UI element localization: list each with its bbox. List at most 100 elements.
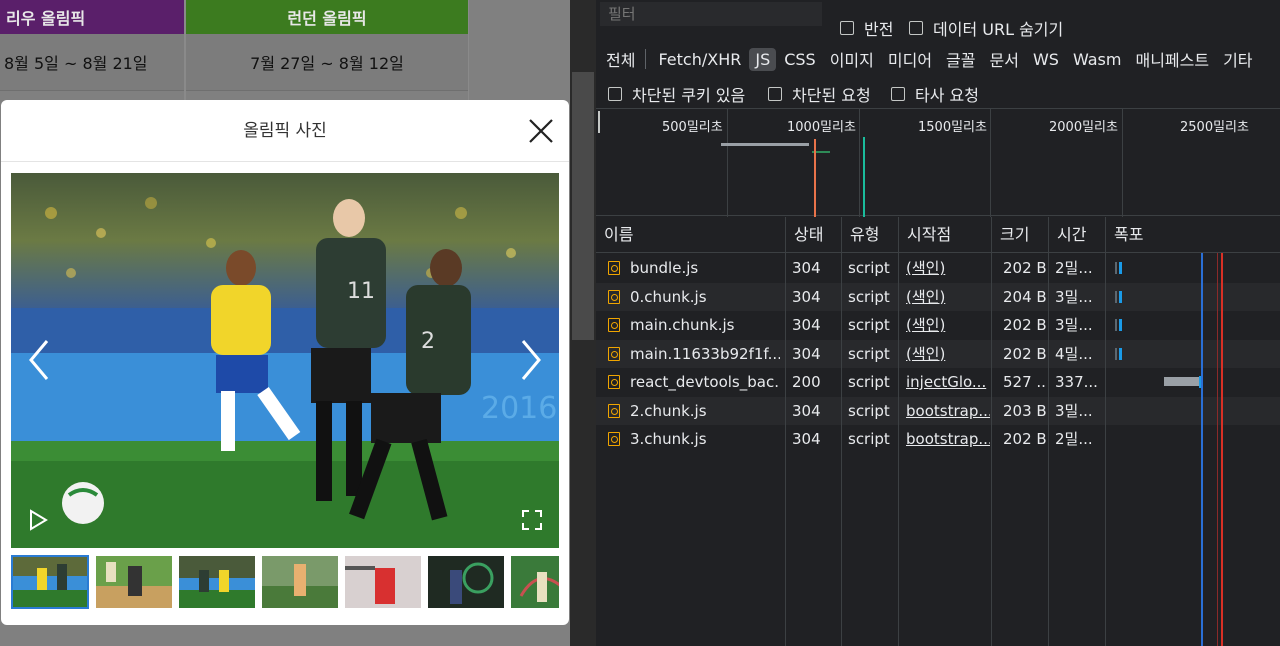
timeline-handle[interactable] <box>598 111 600 133</box>
blocked-requests-label: 차단된 요청 <box>792 86 871 105</box>
photo-modal: 올림픽 사진 2016 11 2 <box>1 100 569 625</box>
request-size: 202 B <box>1003 344 1047 363</box>
checkbox-box[interactable] <box>840 21 854 35</box>
checkbox-box[interactable] <box>608 87 622 101</box>
table-column-divider <box>468 0 469 100</box>
type-filter-js[interactable]: JS <box>749 47 777 71</box>
request-row[interactable]: bundle.js 304 script (색인) 202 B 2밀... <box>596 254 1280 282</box>
request-table: 이름 상태 유형 시작점 크기 시간 폭포 bundle.js 304 script… <box>596 217 1280 646</box>
thumbnail[interactable] <box>11 555 89 609</box>
table-column-divider <box>184 0 186 100</box>
column-divider <box>785 217 786 646</box>
waterfall-bar <box>1119 347 1122 360</box>
svg-text:2016: 2016 <box>481 391 557 426</box>
prev-photo-arrow[interactable] <box>27 338 51 382</box>
column-header-size[interactable]: 크기 <box>992 217 1049 253</box>
resource-type-filter: 전체 Fetch/XHR JS CSS 이미지 미디어 글꼴 문서 WS Was… <box>596 44 1280 74</box>
play-icon[interactable] <box>27 509 49 531</box>
type-filter-ws[interactable]: WS <box>1027 48 1065 71</box>
request-initiator[interactable]: bootstrap... <box>906 397 990 425</box>
request-row[interactable]: 0.chunk.js 304 script (색인) 204 B 3밀... <box>596 282 1280 311</box>
network-overview-timeline[interactable]: 500밀리초 1000밀리초 1500밀리초 2000밀리초 2500밀리초 <box>596 108 1280 217</box>
request-status: 304 <box>792 316 821 334</box>
request-name: react_devtools_bac... <box>630 373 780 391</box>
waterfall-queue-bar <box>1115 347 1117 360</box>
load-event-line <box>1217 253 1218 646</box>
column-header-time[interactable]: 시간 <box>1049 217 1106 253</box>
thumbnail[interactable] <box>345 556 421 608</box>
close-icon[interactable] <box>527 117 555 145</box>
request-size: 202 B <box>1003 259 1047 277</box>
request-row[interactable]: react_devtools_bac... 200 script injectGlo.… <box>596 368 1280 396</box>
next-photo-arrow[interactable] <box>519 338 543 382</box>
blocked-requests-checkbox[interactable]: 차단된 요청 <box>768 82 871 106</box>
request-initiator[interactable]: (색인) <box>906 283 990 311</box>
request-type: script <box>848 401 890 420</box>
checkbox-box[interactable] <box>891 87 905 101</box>
thumbnail[interactable] <box>428 556 504 608</box>
page-scrollbar-thumb[interactable] <box>572 72 594 340</box>
thumbnail[interactable] <box>96 556 172 608</box>
fullscreen-icon[interactable] <box>521 509 543 531</box>
invert-checkbox[interactable]: 반전 <box>840 16 893 40</box>
thumbnail[interactable] <box>179 556 255 608</box>
blocked-cookies-checkbox[interactable]: 차단된 쿠키 있음 <box>608 82 745 106</box>
type-filter-img[interactable]: 이미지 <box>824 45 880 73</box>
london-olympics-dates: 7월 27일 ~ 8월 12일 <box>186 34 468 90</box>
request-type: script <box>848 344 890 363</box>
request-row[interactable]: 2.chunk.js 304 script bootstrap... 203 B 3밀..… <box>596 396 1280 425</box>
request-initiator[interactable]: (색인) <box>906 311 990 339</box>
type-filter-wasm[interactable]: Wasm <box>1067 48 1128 71</box>
request-initiator[interactable]: injectGlo... <box>906 368 990 396</box>
request-row[interactable]: 3.chunk.js 304 script bootstrap... 202 B 2밀..… <box>596 425 1280 453</box>
waterfall-bar <box>1164 377 1200 386</box>
request-time: 4밀... <box>1055 344 1093 363</box>
column-header-waterfall[interactable]: 폭포 <box>1106 217 1280 253</box>
request-status: 304 <box>792 344 821 363</box>
type-filter-doc[interactable]: 문서 <box>984 45 1025 73</box>
request-name: main.chunk.js <box>630 316 735 334</box>
request-initiator[interactable]: (색인) <box>906 340 990 368</box>
request-initiator[interactable]: (색인) <box>906 254 990 282</box>
column-divider <box>841 217 842 646</box>
thumbnail[interactable] <box>511 556 559 608</box>
request-time: 2밀... <box>1055 259 1093 277</box>
checkbox-box[interactable] <box>909 21 923 35</box>
type-filter-all[interactable]: 전체 <box>600 45 641 73</box>
request-status: 304 <box>792 259 821 277</box>
request-initiator[interactable]: bootstrap... <box>906 425 990 453</box>
football-photo: 2016 11 2 <box>11 173 559 548</box>
request-name: 3.chunk.js <box>630 430 707 448</box>
waterfall-bar <box>1119 290 1122 303</box>
rio-olympics-dates: 8월 5일 ~ 8월 21일 <box>0 34 184 90</box>
thumbnail[interactable] <box>262 556 338 608</box>
type-filter-css[interactable]: CSS <box>778 48 821 71</box>
type-filter-fetch-xhr[interactable]: Fetch/XHR <box>652 48 747 71</box>
request-size: 203 B <box>1003 401 1047 420</box>
request-row[interactable]: main.11633b92f1f... 304 script (색인) 202 B 4밀.… <box>596 339 1280 368</box>
type-filter-font[interactable]: 글꼴 <box>940 45 981 73</box>
column-header-initiator[interactable]: 시작점 <box>899 217 992 253</box>
column-header-type[interactable]: 유형 <box>842 217 899 253</box>
request-name: 0.chunk.js <box>630 287 707 306</box>
script-file-icon <box>608 403 620 418</box>
filter-input[interactable] <box>600 2 822 26</box>
waterfall-queue-bar <box>1115 290 1117 303</box>
checkbox-box[interactable] <box>768 87 782 101</box>
type-filter-other[interactable]: 기타 <box>1217 45 1258 73</box>
request-time: 3밀... <box>1055 316 1093 334</box>
column-header-status[interactable]: 상태 <box>786 217 842 253</box>
column-header-name[interactable]: 이름 <box>596 217 786 253</box>
column-divider <box>1105 217 1106 646</box>
type-filter-manifest[interactable]: 매니페스트 <box>1129 45 1215 73</box>
request-row[interactable]: main.chunk.js 304 script (색인) 202 B 3밀... <box>596 311 1280 339</box>
type-filter-media[interactable]: 미디어 <box>882 45 938 73</box>
request-time: 337... <box>1055 373 1098 391</box>
thumbnail-strip <box>11 554 559 611</box>
third-party-checkbox[interactable]: 타사 요청 <box>891 82 979 106</box>
request-time: 2밀... <box>1055 430 1093 448</box>
waterfall-bar <box>1119 319 1122 331</box>
modal-title: 올림픽 사진 <box>1 100 569 162</box>
request-type: script <box>848 316 890 334</box>
hide-data-urls-checkbox[interactable]: 데이터 URL 숨기기 <box>909 16 1063 40</box>
